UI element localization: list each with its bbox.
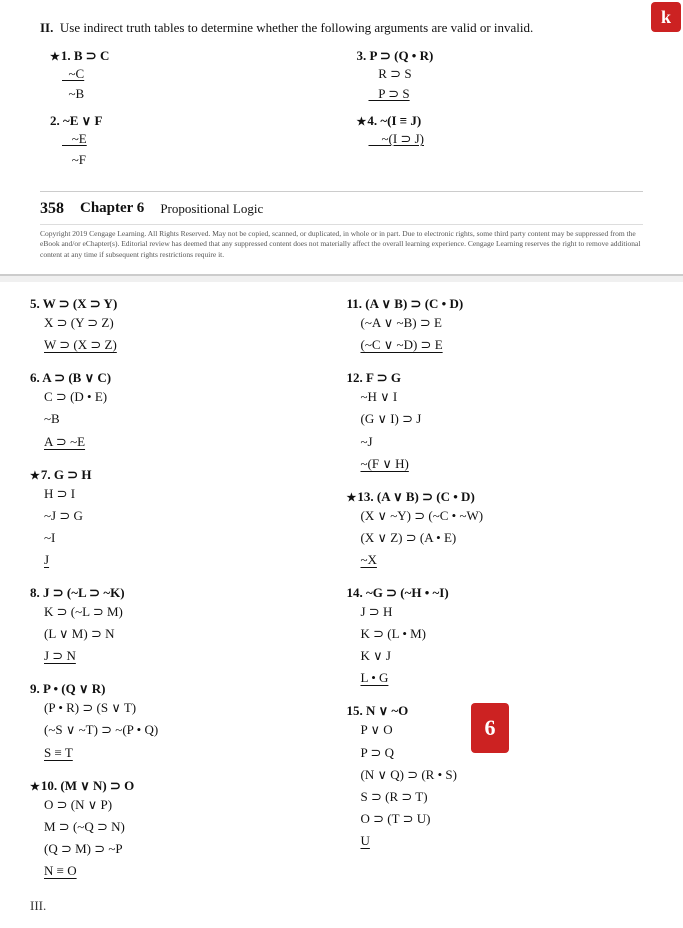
top-right-col: 3. P ⊃ (Q • R) R ⊃ S P ⊃ S 4. ~(I ≡ J) ~… [357,48,644,179]
top-left-col: 1. B ⊃ C ~C ~B 2. ~E ∨ F ~E ~F [50,48,337,179]
problem-3: 3. P ⊃ (Q • R) R ⊃ S P ⊃ S [357,48,644,106]
problem-15-l6: O ⊃ (T ⊃ U) [361,808,457,830]
problem-1: 1. B ⊃ C ~C ~B [50,48,337,106]
problem-8-num: 8. J ⊃ (~L ⊃ ~K) [30,585,125,600]
problem-4-line2: ~(I ⊃ J) [369,129,644,150]
problem-15-l2: P ∨ O [361,719,457,741]
problem-10-l5: N ≡ O [44,860,337,882]
problem-14: 14. ~G ⊃ (~H • ~I) J ⊃ H K ⊃ (L • M) K ∨… [347,585,654,689]
problem-14-l4: K ∨ J [361,645,654,667]
problem-1-num: 1. B ⊃ C [50,48,109,63]
problem-14-l5: L • G [361,667,654,689]
problem-10-l4: (Q ⊃ M) ⊃ ~P [44,838,337,860]
problem-8: 8. J ⊃ (~L ⊃ ~K) K ⊃ (~L ⊃ M) (L ∨ M) ⊃ … [30,585,337,667]
problem-9-l3: (~S ∨ ~T) ⊃ ~(P • Q) [44,719,337,741]
problem-14-l3: K ⊃ (L • M) [361,623,654,645]
problem-10: 10. (M ∨ N) ⊃ O O ⊃ (N ∨ P) M ⊃ (~Q ⊃ N)… [30,778,337,882]
section-iii-text: III. [30,898,46,913]
top-problem-grid: 1. B ⊃ C ~C ~B 2. ~E ∨ F ~E ~F 3. P ⊃ (Q… [50,48,643,179]
problem-11-l2: (~A ∨ ~B) ⊃ E [361,312,654,334]
problem-6-l2: C ⊃ (D • E) [44,386,337,408]
problem-2-line3: ~F [62,150,337,171]
bottom-right-wrap: 11. (A ∨ B) ⊃ (C • D) (~A ∨ ~B) ⊃ E (~C … [347,296,654,888]
section-iii-label: III. [30,898,653,914]
problem-15-l4: (N ∨ Q) ⊃ (R • S) [361,764,457,786]
problem-10-l3: M ⊃ (~Q ⊃ N) [44,816,337,838]
instructions: II. Use indirect truth tables to determi… [40,18,643,38]
problem-7-l3: ~J ⊃ G [44,505,337,527]
problem-2: 2. ~E ∨ F ~E ~F [50,113,337,171]
problem-11-num: 11. (A ∨ B) ⊃ (C • D) [347,296,464,311]
problem-2-line2: ~E [62,129,337,150]
problem-13-l4: ~X [361,549,654,571]
problem-14-num: 14. ~G ⊃ (~H • ~I) [347,585,449,600]
problem-9-l4: S ≡ T [44,742,337,764]
problem-4-num: 4. ~(I ≡ J) [357,113,422,128]
problem-11-l3: (~C ∨ ~D) ⊃ E [361,334,654,356]
bottom-problem-grid: 5. W ⊃ (X ⊃ Y) X ⊃ (Y ⊃ Z) W ⊃ (X ⊃ Z) 6… [30,296,653,888]
problem-9-l2: (P • R) ⊃ (S ∨ T) [44,697,337,719]
problem-3-line3: P ⊃ S [369,84,644,105]
page-number: 358 [40,200,64,218]
problem-15: 15. N ∨ ~O P ∨ O P ⊃ Q (N ∨ Q) ⊃ (R • S)… [347,703,654,852]
chapter-footer: 358 Chapter 6 Propositional Logic [40,191,643,218]
problem-4: 4. ~(I ≡ J) ~(I ⊃ J) [357,113,644,150]
problem-5-l2: X ⊃ (Y ⊃ Z) [44,312,337,334]
problem-13-l3: (X ∨ Z) ⊃ (A • E) [361,527,654,549]
problem-13-num: 13. (A ∨ B) ⊃ (C • D) [347,489,475,504]
instruction-text: Use indirect truth tables to determine w… [60,20,533,35]
problem-7-l2: H ⊃ I [44,483,337,505]
problem-8-l2: K ⊃ (~L ⊃ M) [44,601,337,623]
problem-9: 9. P • (Q ∨ R) (P • R) ⊃ (S ∨ T) (~S ∨ ~… [30,681,337,763]
problem-6-l4: A ⊃ ~E [44,431,337,453]
bottom-left-col: 5. W ⊃ (X ⊃ Y) X ⊃ (Y ⊃ Z) W ⊃ (X ⊃ Z) 6… [30,296,337,888]
problem-10-num: 10. (M ∨ N) ⊃ O [30,778,134,793]
problem-7-num: 7. G ⊃ H [30,467,92,482]
bottom-right-col: 11. (A ∨ B) ⊃ (C • D) (~A ∨ ~B) ⊃ E (~C … [347,296,654,888]
instruction-label: II. [40,20,53,35]
problem-6-l3: ~B [44,408,337,430]
top-section: II. Use indirect truth tables to determi… [0,0,683,276]
problem-12-l5: ~(F ∨ H) [361,453,654,475]
problem-2-num: 2. ~E ∨ F [50,113,102,128]
problem-6: 6. A ⊃ (B ∨ C) C ⊃ (D • E) ~B A ⊃ ~E [30,370,337,452]
problem-12-l2: ~H ∨ I [361,386,654,408]
problem-14-l2: J ⊃ H [361,601,654,623]
problem-13: 13. (A ∨ B) ⊃ (C • D) (X ∨ ~Y) ⊃ (~C • ~… [347,489,654,571]
problem-11: 11. (A ∨ B) ⊃ (C • D) (~A ∨ ~B) ⊃ E (~C … [347,296,654,356]
problem-5: 5. W ⊃ (X ⊃ Y) X ⊃ (Y ⊃ Z) W ⊃ (X ⊃ Z) [30,296,337,356]
problem-15-num: 15. N ∨ ~O [347,703,409,718]
bottom-badge: 6 [471,703,509,753]
problem-15-l3: P ⊃ Q [361,742,457,764]
problem-1-line3: ~B [62,84,337,105]
problem-7-l5: J [44,549,337,571]
problem-15-content: 15. N ∨ ~O P ∨ O P ⊃ Q (N ∨ Q) ⊃ (R • S)… [347,703,457,852]
problem-6-num: 6. A ⊃ (B ∨ C) [30,370,111,385]
top-badge: k [651,2,681,32]
problem-7-l4: ~I [44,527,337,549]
problem-13-l2: (X ∨ ~Y) ⊃ (~C • ~W) [361,505,654,527]
problem-7: 7. G ⊃ H H ⊃ I ~J ⊃ G ~I J [30,467,337,571]
chapter-label: Chapter 6 [80,200,144,217]
problem-15-l7: U [361,830,457,852]
bottom-section: 5. W ⊃ (X ⊃ Y) X ⊃ (Y ⊃ Z) W ⊃ (X ⊃ Z) 6… [0,282,683,928]
problem-1-line2: ~C [62,64,337,85]
problem-8-l4: J ⊃ N [44,645,337,667]
problem-12-num: 12. F ⊃ G [347,370,401,385]
problem-12-l3: (G ∨ I) ⊃ J [361,408,654,430]
chapter-subject: Propositional Logic [160,201,263,217]
problem-5-l3: W ⊃ (X ⊃ Z) [44,334,337,356]
problem-9-num: 9. P • (Q ∨ R) [30,681,105,696]
problem-10-l2: O ⊃ (N ∨ P) [44,794,337,816]
problem-15-l5: S ⊃ (R ⊃ T) [361,786,457,808]
problem-12: 12. F ⊃ G ~H ∨ I (G ∨ I) ⊃ J ~J ~(F ∨ H) [347,370,654,474]
problem-8-l3: (L ∨ M) ⊃ N [44,623,337,645]
problem-5-num: 5. W ⊃ (X ⊃ Y) [30,296,117,311]
problem-3-line2: R ⊃ S [369,64,644,85]
problem-3-num: 3. P ⊃ (Q • R) [357,48,434,63]
problem-12-l4: ~J [361,431,654,453]
copyright: Copyright 2019 Cengage Learning. All Rig… [40,224,643,261]
